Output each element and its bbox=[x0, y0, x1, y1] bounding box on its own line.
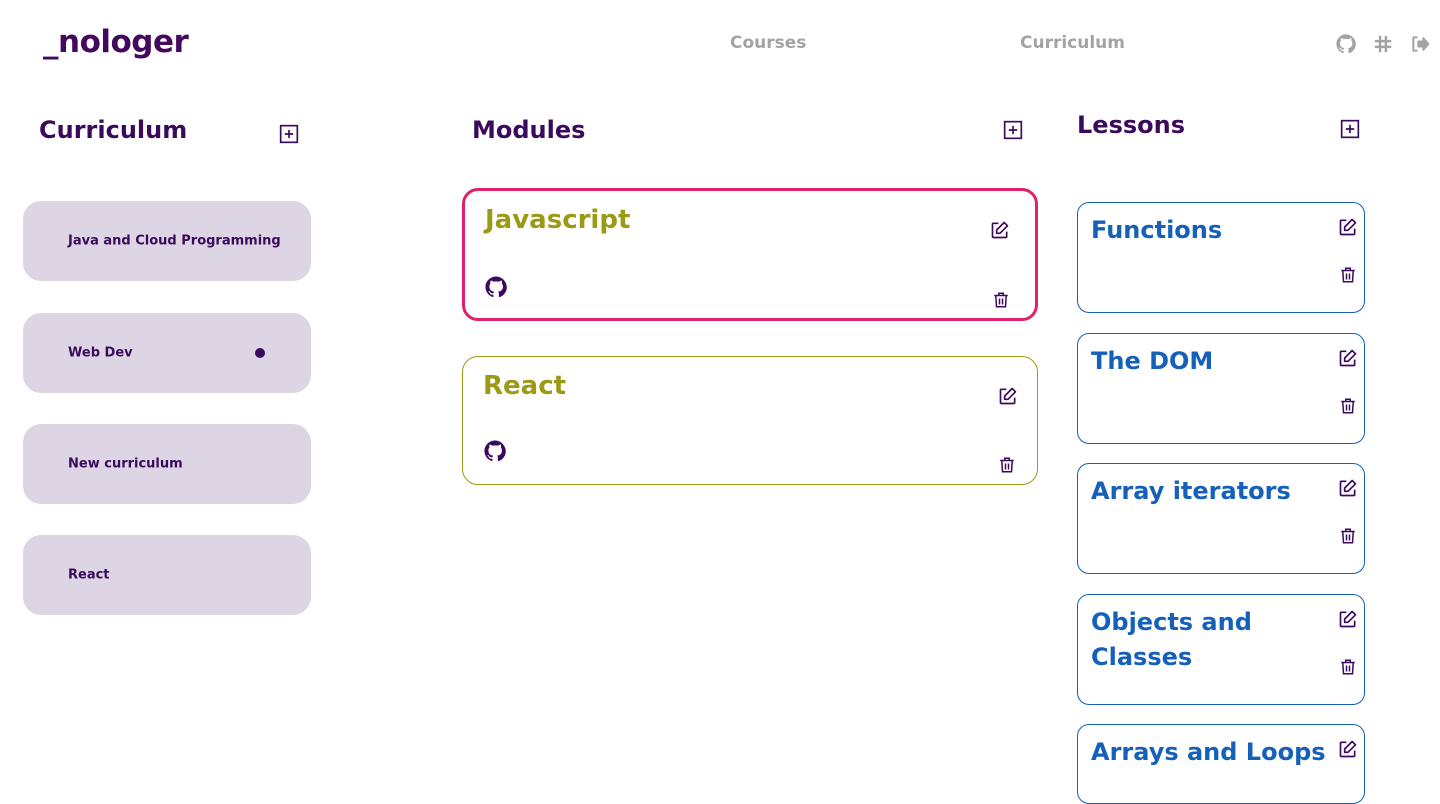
edit-icon[interactable] bbox=[1338, 739, 1358, 759]
nav-curriculum-link[interactable]: Curriculum bbox=[1020, 33, 1125, 53]
curriculum-item-label: React bbox=[68, 567, 110, 583]
lesson-title: Arrays and Loops bbox=[1091, 738, 1326, 766]
github-icon[interactable] bbox=[484, 440, 506, 462]
curriculum-item[interactable]: Java and Cloud Programming bbox=[23, 201, 311, 281]
lesson-card[interactable]: The DOM bbox=[1077, 333, 1365, 444]
lesson-card[interactable]: Arrays and Loops bbox=[1077, 724, 1365, 804]
trash-icon[interactable] bbox=[992, 291, 1010, 309]
edit-icon[interactable] bbox=[1338, 478, 1358, 498]
add-lesson-button[interactable] bbox=[1340, 119, 1360, 139]
curriculum-item[interactable]: React bbox=[23, 535, 311, 615]
github-icon[interactable] bbox=[485, 276, 507, 298]
slack-icon[interactable] bbox=[1373, 34, 1393, 54]
module-card-selected[interactable]: Javascript bbox=[462, 188, 1038, 321]
trash-icon[interactable] bbox=[1339, 266, 1357, 284]
trash-icon[interactable] bbox=[998, 456, 1016, 474]
module-card[interactable]: React bbox=[462, 356, 1038, 485]
edit-icon[interactable] bbox=[990, 220, 1010, 240]
lesson-title: Array iterators bbox=[1091, 477, 1291, 505]
trash-icon[interactable] bbox=[1339, 527, 1357, 545]
add-module-button[interactable] bbox=[1003, 120, 1023, 140]
curriculum-item-label: Java and Cloud Programming bbox=[68, 233, 281, 249]
edit-icon[interactable] bbox=[1338, 609, 1358, 629]
edit-icon[interactable] bbox=[1338, 348, 1358, 368]
curriculum-item[interactable]: New curriculum bbox=[23, 424, 311, 504]
nav-courses-link[interactable]: Courses bbox=[730, 33, 806, 53]
lesson-title: The DOM bbox=[1091, 347, 1214, 375]
curriculum-item-active[interactable]: Web Dev bbox=[23, 313, 311, 393]
curriculum-item-label: New curriculum bbox=[68, 456, 183, 472]
lessons-section-title: Lessons bbox=[1077, 111, 1185, 139]
lesson-title: Functions bbox=[1091, 216, 1223, 244]
curriculum-item-label: Web Dev bbox=[68, 345, 133, 361]
trash-icon[interactable] bbox=[1339, 658, 1357, 676]
logout-icon[interactable] bbox=[1410, 34, 1430, 54]
app-logo[interactable]: _nologer bbox=[43, 24, 189, 60]
github-icon[interactable] bbox=[1336, 34, 1356, 54]
lesson-card[interactable]: Objects and Classes bbox=[1077, 594, 1365, 705]
edit-icon[interactable] bbox=[998, 386, 1018, 406]
lesson-card[interactable]: Functions bbox=[1077, 202, 1365, 313]
edit-icon[interactable] bbox=[1338, 217, 1358, 237]
lesson-title: Objects and Classes bbox=[1091, 608, 1252, 671]
module-title: Javascript bbox=[485, 205, 631, 235]
module-title: React bbox=[483, 371, 567, 401]
curriculum-section-title: Curriculum bbox=[39, 116, 188, 144]
trash-icon[interactable] bbox=[1339, 397, 1357, 415]
modules-section-title: Modules bbox=[472, 116, 586, 144]
add-curriculum-button[interactable] bbox=[279, 124, 299, 144]
lesson-card[interactable]: Array iterators bbox=[1077, 463, 1365, 574]
active-indicator-dot bbox=[255, 348, 265, 358]
